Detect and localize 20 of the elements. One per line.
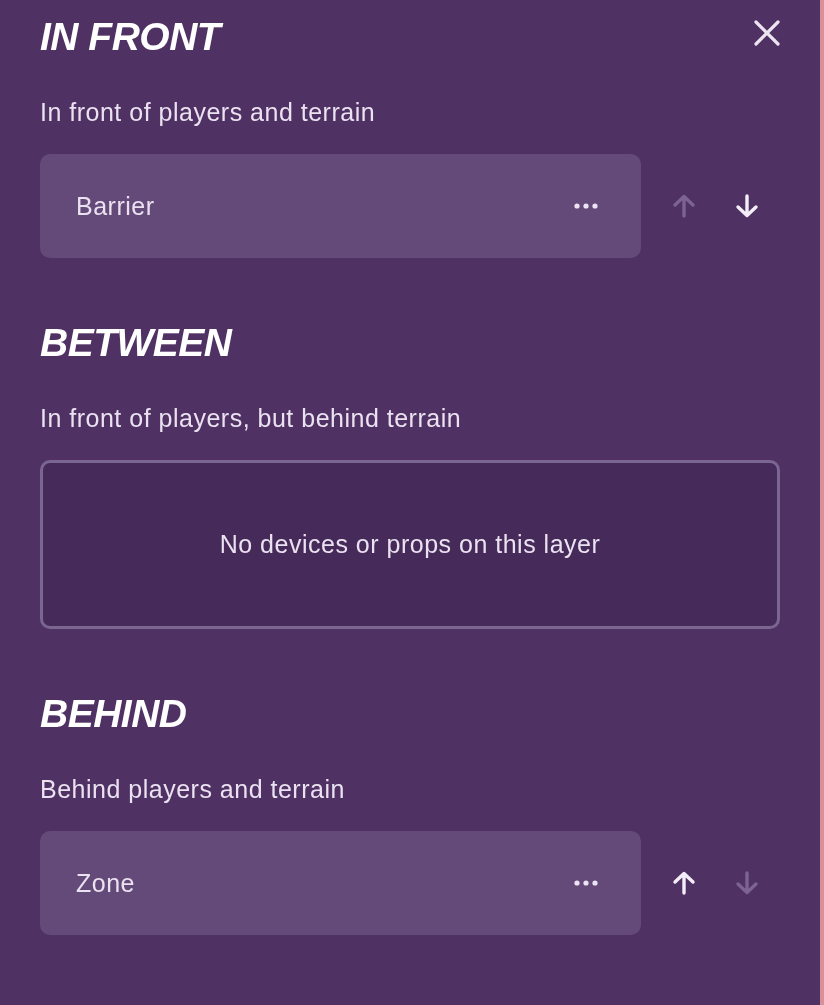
- layer-heading: BETWEEN: [40, 320, 232, 366]
- layer-description: Behind players and terrain: [40, 775, 346, 803]
- up-arrow-icon: [672, 194, 696, 218]
- close-button[interactable]: [754, 20, 780, 46]
- down-arrow-icon: [735, 194, 759, 218]
- up-arrow-icon: [672, 871, 696, 895]
- layer-item-card[interactable]: Barrier: [40, 154, 641, 258]
- more-options-icon: [574, 880, 598, 886]
- layer-description: In front of players and terrain: [40, 98, 377, 126]
- empty-layer-message: No devices or props on this layer: [40, 460, 780, 629]
- close-icon: [754, 20, 780, 46]
- more-options-button[interactable]: [574, 880, 598, 886]
- down-arrow-icon: [735, 871, 759, 895]
- item-name: Zone: [76, 868, 135, 898]
- more-options-button[interactable]: [574, 203, 598, 209]
- more-options-icon: [574, 203, 598, 209]
- layer-description: In front of players, but behind terrain: [40, 404, 463, 432]
- item-name: Barrier: [76, 191, 155, 221]
- layer-heading: BEHIND: [40, 691, 187, 737]
- layer-item-card[interactable]: Zone: [40, 831, 641, 935]
